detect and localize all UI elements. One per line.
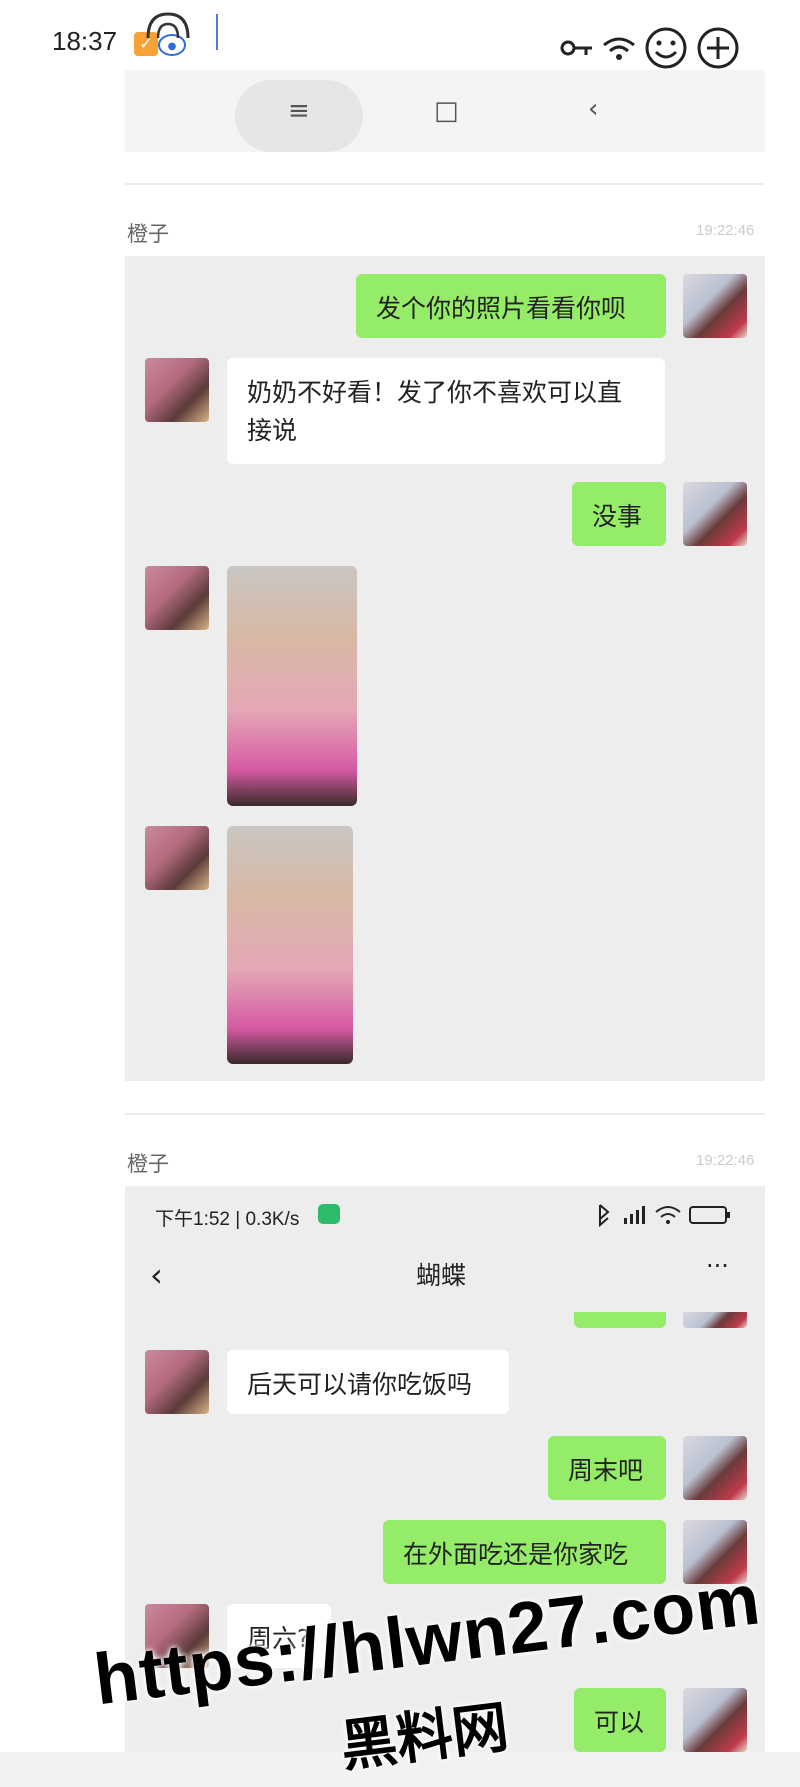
- photo-message[interactable]: [227, 826, 353, 1064]
- sender-name: 橙子: [127, 1152, 169, 1176]
- plus-circle-icon[interactable]: [696, 26, 740, 70]
- message-bubble-received: 奶奶不好看！发了你不喜欢可以直接说: [227, 358, 665, 464]
- avatar-contact: [145, 1350, 209, 1414]
- home-icon[interactable]: □: [434, 96, 459, 126]
- avatar-contact: [145, 358, 209, 422]
- message-bubble-sent-partial: [574, 1312, 666, 1328]
- inner-status-text: 下午1:52 | 0.3K/s: [155, 1209, 300, 1230]
- avatar-self: [683, 482, 747, 546]
- inner-status-icons: [599, 1204, 730, 1228]
- sender-name: 橙子: [127, 222, 169, 246]
- chat-title: 蝴蝶: [416, 1261, 467, 1290]
- avatar-contact: [145, 566, 209, 630]
- headset-icon: [146, 12, 190, 39]
- message-timestamp: 19:22:46: [696, 1152, 755, 1169]
- message-bubble-sent: 周末吧: [548, 1436, 666, 1500]
- message-bubble-sent: 没事: [572, 482, 666, 546]
- divider: [125, 183, 765, 185]
- text-cursor: [216, 14, 218, 50]
- wechat-icon: [318, 1204, 340, 1224]
- avatar-self: [683, 1312, 747, 1328]
- status-icons: [560, 26, 740, 70]
- back-arrow-icon[interactable]: ‹: [150, 1256, 163, 1294]
- photo-message[interactable]: [227, 566, 357, 806]
- status-time: 18:37: [52, 26, 118, 56]
- key-icon: [560, 40, 592, 56]
- avatar-contact: [145, 826, 209, 890]
- avatar-self: [683, 1688, 747, 1752]
- more-options-button[interactable]: ···: [706, 1252, 729, 1280]
- avatar-self: [683, 274, 747, 338]
- emoji-icon[interactable]: [644, 26, 688, 70]
- message-bubble-sent: 可以: [574, 1688, 666, 1752]
- divider: [125, 1113, 765, 1115]
- message-timestamp: 19:22:46: [696, 222, 755, 239]
- avatar-self: [683, 1436, 747, 1500]
- message-bubble-sent: 发个你的照片看看你呗: [356, 274, 666, 338]
- wifi-icon: [603, 37, 635, 60]
- message-bubble-received: 后天可以请你吃饭吗: [227, 1350, 509, 1414]
- back-icon[interactable]: ‹: [588, 94, 598, 124]
- menu-icon[interactable]: ≡: [288, 96, 310, 126]
